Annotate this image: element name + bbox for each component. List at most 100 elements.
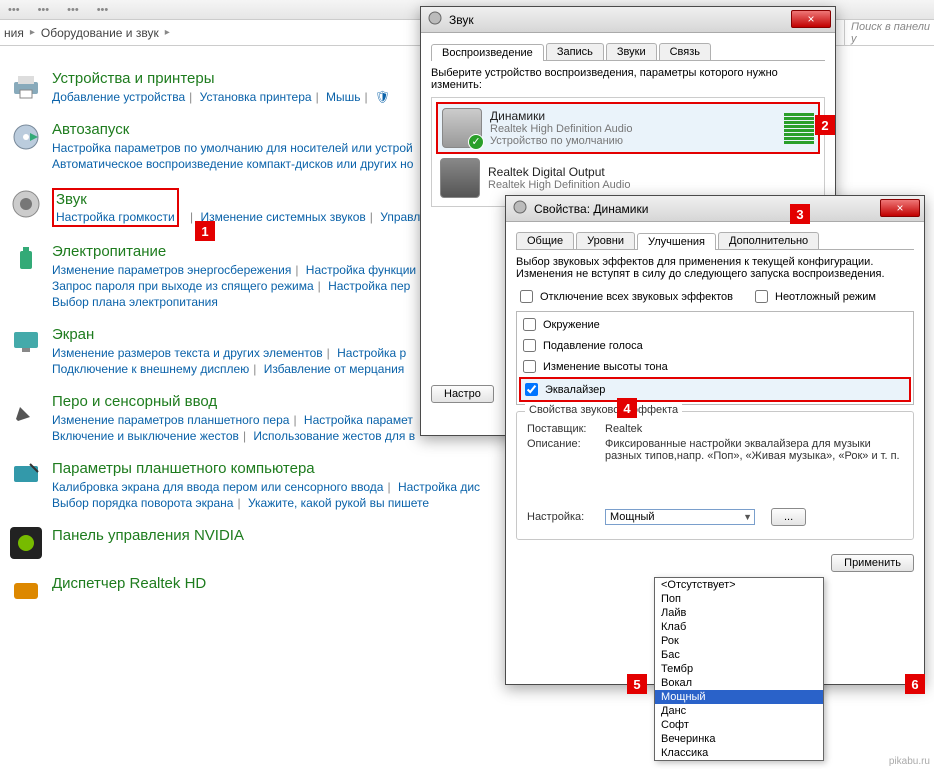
link[interactable]: Изменение параметров энергосбережения (52, 263, 291, 277)
checkbox[interactable] (755, 290, 768, 303)
dropdown-option[interactable]: Вокал (655, 676, 823, 690)
dropdown-option[interactable]: Бас (655, 648, 823, 662)
link[interactable]: Избавление от мерцания (264, 362, 405, 376)
effect-equalizer[interactable]: Эквалайзер (519, 377, 911, 402)
menu-placeholder[interactable]: ••• (38, 4, 50, 16)
link[interactable]: Настройка функции (306, 263, 416, 277)
category-title[interactable]: Параметры планшетного компьютера (52, 460, 510, 477)
breadcrumb-part[interactable]: ния (4, 26, 24, 40)
preset-select[interactable]: Мощный ▼ (605, 509, 755, 525)
link-system-sounds[interactable]: Изменение системных звуков (200, 210, 365, 224)
annotation-marker-5: 5 (627, 674, 647, 694)
speaker-icon (10, 188, 42, 220)
chevron-right-icon: ▸ (165, 27, 170, 38)
preset-dropdown[interactable]: <Отсутствует> Поп Лайв Клаб Рок Бас Темб… (654, 577, 824, 761)
level-meter (784, 113, 814, 144)
tab-levels[interactable]: Уровни (576, 232, 635, 249)
search-input[interactable]: Поиск в панели у (844, 20, 934, 45)
link[interactable]: Настройка пер (328, 279, 410, 293)
category-title[interactable]: Диспетчер Realtek HD (52, 575, 510, 592)
dropdown-option[interactable]: Рок (655, 634, 823, 648)
vendor-value: Realtek (605, 423, 903, 435)
tab-advanced[interactable]: Дополнительно (718, 232, 819, 249)
link-install-printer[interactable]: Установка принтера (200, 90, 312, 104)
link-add-device[interactable]: Добавление устройства (52, 90, 185, 104)
speaker-icon (512, 199, 528, 218)
link[interactable]: Настройка р (337, 346, 406, 360)
tab-record[interactable]: Запись (546, 43, 604, 60)
link[interactable]: Запрос пароля при выходе из спящего режи… (52, 279, 314, 293)
checkbox[interactable] (520, 290, 533, 303)
breadcrumb-part[interactable]: Оборудование и звук (41, 26, 159, 40)
annotation-marker-6: 6 (905, 674, 925, 694)
checkbox-disable-all[interactable]: Отключение всех звуковых эффектов (516, 286, 733, 307)
link[interactable]: Изменение параметров планшетного пера (52, 413, 289, 427)
dialog-titlebar[interactable]: Звук × (421, 7, 835, 33)
link[interactable]: Автоматическое воспроизведение компакт-д… (52, 157, 413, 171)
effect-pitch[interactable]: Изменение высоты тона (519, 356, 911, 377)
link[interactable]: Выбор порядка поворота экрана (52, 496, 233, 510)
dropdown-option[interactable]: Тембр (655, 662, 823, 676)
link[interactable]: Калибровка экрана для ввода пером или се… (52, 480, 383, 494)
dropdown-option-selected[interactable]: Мощный (655, 690, 823, 704)
menu-placeholder[interactable]: ••• (67, 4, 79, 16)
tablet-icon (10, 460, 42, 492)
link[interactable]: Настройка параметров по умолчанию для но… (52, 141, 413, 155)
effect-voice-suppression[interactable]: Подавление голоса (519, 335, 911, 356)
chevron-right-icon: ▸ (30, 27, 35, 38)
hint-text: Выберите устройство воспроизведения, пар… (431, 67, 825, 91)
dropdown-option[interactable]: Классика (655, 746, 823, 760)
link-mouse[interactable]: Мышь (326, 90, 361, 104)
device-speakers[interactable]: ✓ Динамики Realtek High Definition Audio… (436, 102, 820, 154)
annotation-marker-3: 3 (790, 204, 810, 224)
effect-surround[interactable]: Окружение (519, 314, 911, 335)
tab-sounds[interactable]: Звуки (606, 43, 657, 60)
dropdown-option[interactable]: <Отсутствует> (655, 578, 823, 592)
link[interactable]: Настройка парамет (304, 413, 413, 427)
dropdown-option[interactable]: Вечеринка (655, 732, 823, 746)
tab-general[interactable]: Общие (516, 232, 574, 249)
dropdown-option[interactable]: Лайв (655, 606, 823, 620)
link[interactable]: Укажите, какой рукой вы пишете (248, 496, 429, 510)
annotation-marker-4: 4 (617, 398, 637, 418)
menu-placeholder[interactable]: ••• (8, 4, 20, 16)
link[interactable]: Использование жестов для в (253, 429, 415, 443)
category-title[interactable]: Звук (56, 191, 175, 208)
dropdown-option[interactable]: Софт (655, 718, 823, 732)
tab-comm[interactable]: Связь (659, 43, 711, 60)
link[interactable]: Выбор плана электропитания (52, 295, 218, 309)
link[interactable]: Изменение размеров текста и других элеме… (52, 346, 323, 360)
dropdown-option[interactable]: Клаб (655, 620, 823, 634)
checkbox-urgent[interactable]: Неотложный режим (751, 286, 876, 307)
dialog-titlebar[interactable]: Свойства: Динамики × (506, 196, 924, 222)
shield-icon[interactable]: 🛡 (375, 90, 390, 104)
device-list: ✓ Динамики Realtek High Definition Audio… (431, 97, 825, 207)
group-title: Свойства звукового эффекта (525, 404, 682, 416)
chevron-down-icon: ▼ (743, 512, 752, 522)
link-volume[interactable]: Настройка громкости (56, 210, 175, 224)
cd-icon (10, 121, 42, 153)
check-icon: ✓ (468, 134, 484, 150)
device-desc: Realtek High Definition Audio (488, 179, 816, 191)
category-realtek: Диспетчер Realtek HD (10, 575, 510, 607)
power-icon (10, 243, 42, 275)
close-button[interactable]: × (791, 10, 831, 28)
apply-button[interactable]: Применить (831, 554, 914, 572)
link[interactable]: Управл (380, 210, 420, 224)
dropdown-option[interactable]: Поп (655, 592, 823, 606)
printer-icon (10, 70, 42, 102)
tab-playback[interactable]: Воспроизведение (431, 44, 544, 61)
close-button[interactable]: × (880, 199, 920, 217)
menu-placeholder[interactable]: ••• (97, 4, 109, 16)
dropdown-option[interactable]: Данс (655, 704, 823, 718)
monitor-icon (10, 326, 42, 358)
tab-enhancements[interactable]: Улучшения (637, 233, 716, 250)
annotation-marker-2: 2 (815, 115, 835, 135)
select-value: Мощный (610, 511, 655, 523)
link[interactable]: Подключение к внешнему дисплею (52, 362, 249, 376)
link[interactable]: Настройка дис (398, 480, 480, 494)
configure-button[interactable]: Настро (431, 385, 494, 403)
more-button[interactable]: ... (771, 508, 806, 526)
link[interactable]: Включение и выключение жестов (52, 429, 239, 443)
category-title[interactable]: Панель управления NVIDIA (52, 527, 510, 544)
